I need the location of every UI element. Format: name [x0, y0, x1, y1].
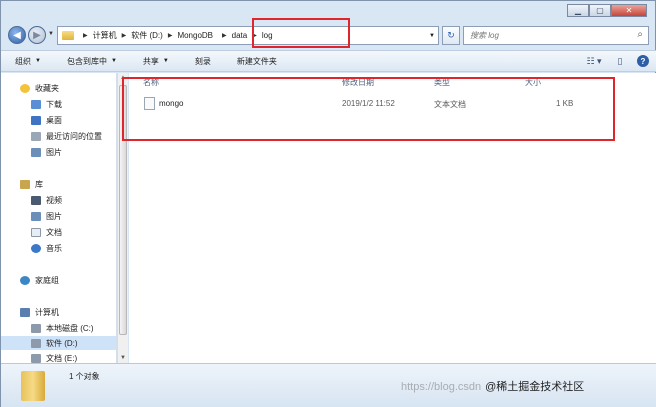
caret-down-icon: ▼ — [35, 58, 41, 64]
nav-videos[interactable]: 视频 — [1, 193, 116, 207]
documents-icon — [31, 227, 41, 237]
drive-icon — [31, 323, 41, 333]
nav-music-label: 音乐 — [46, 243, 62, 253]
pictures-icon — [31, 147, 41, 157]
command-toolbar: 组织 ▼ 包含到库中 ▼ 共享 ▼ 刻录 新建文件夹 ☷ ▾ ▯ ? — [1, 50, 656, 72]
help-icon[interactable]: ? — [637, 55, 649, 67]
nav-drive-c[interactable]: 本地磁盘 (C:) — [1, 321, 116, 335]
nav-libraries[interactable]: 库 — [1, 177, 116, 191]
nav-music[interactable]: 音乐 — [1, 241, 116, 255]
share-button[interactable]: 共享 ▼ — [143, 56, 169, 67]
drive-icon — [31, 353, 41, 363]
nav-drive-c-label: 本地磁盘 (C:) — [46, 323, 94, 333]
nav-drive-d-label: 软件 (D:) — [46, 338, 78, 348]
folder-icon — [21, 371, 45, 401]
nav-pictures-label: 图片 — [46, 211, 62, 221]
preview-pane-icon[interactable]: ▯ — [611, 54, 629, 68]
recent-places-icon — [31, 131, 41, 141]
nav-computer[interactable]: 计算机 — [1, 305, 116, 319]
nav-pictures-fav-label: 图片 — [46, 147, 62, 157]
new-folder-label: 新建文件夹 — [236, 56, 277, 66]
nav-desktop[interactable]: 桌面 — [1, 113, 116, 127]
nav-recent-places[interactable]: 最近访问的位置 — [1, 129, 116, 143]
desktop-icon — [31, 115, 41, 125]
new-folder-button[interactable]: 新建文件夹 — [237, 56, 277, 67]
nav-drive-d[interactable]: 软件 (D:) — [1, 336, 116, 350]
include-in-library-button[interactable]: 包含到库中 ▼ — [67, 56, 117, 67]
nav-drive-e-label: 文档 (E:) — [46, 353, 78, 363]
libraries-icon — [20, 179, 30, 189]
search-input[interactable] — [470, 31, 620, 40]
window-controls: ▁ ▢ ✕ — [567, 4, 647, 17]
nav-drive-e[interactable]: 文档 (E:) — [1, 351, 116, 363]
star-icon — [20, 83, 30, 93]
nav-recent-places-label: 最近访问的位置 — [46, 131, 102, 141]
maximize-button[interactable]: ▢ — [589, 4, 611, 17]
breadcrumb-mongodb[interactable]: MongoDB — [177, 31, 213, 40]
forward-arrow-icon: ▶ — [33, 29, 41, 41]
drive-icon — [31, 338, 41, 348]
back-arrow-icon: ◀ — [13, 29, 21, 41]
toolbar-right: ☷ ▾ ▯ ? — [577, 54, 649, 68]
breadcrumb-data[interactable]: data — [232, 31, 248, 40]
folder-icon — [62, 31, 74, 40]
details-pane: 1 个对象 https://blog.csdn @稀土掘金技术社区 — [1, 363, 656, 407]
homegroup-icon — [20, 275, 30, 285]
chevron-right-icon[interactable]: ▶ — [83, 32, 88, 39]
breadcrumb-drive-d[interactable]: 软件 (D:) — [131, 30, 163, 41]
path-highlight-box — [252, 18, 350, 48]
organize-label: 组织 — [15, 56, 31, 66]
refresh-icon: ↻ — [447, 30, 455, 40]
refresh-button[interactable]: ↻ — [442, 26, 460, 45]
nav-favorites[interactable]: 收藏夹 — [1, 81, 116, 95]
minimize-button[interactable]: ▁ — [567, 4, 589, 17]
address-dropdown-icon[interactable]: ▼ — [429, 33, 435, 39]
burn-button[interactable]: 刻录 — [195, 56, 211, 67]
breadcrumb-computer[interactable]: 计算机 — [93, 30, 117, 41]
nav-documents-label: 文档 — [46, 227, 62, 237]
search-box[interactable]: ⌕ — [463, 26, 649, 45]
item-count: 1 个对象 — [69, 372, 100, 381]
nav-pictures[interactable]: 图片 — [1, 209, 116, 223]
scroll-down-icon[interactable]: ▼ — [120, 355, 126, 361]
view-options-icon[interactable]: ☷ ▾ — [585, 54, 603, 68]
nav-favorites-label: 收藏夹 — [35, 83, 59, 93]
nav-computer-label: 计算机 — [35, 307, 59, 317]
nav-homegroup-label: 家庭组 — [35, 275, 59, 285]
computer-icon — [20, 307, 30, 317]
search-icon[interactable]: ⌕ — [637, 29, 643, 40]
nav-downloads[interactable]: 下载 — [1, 97, 116, 111]
watermark: https://blog.csdn @稀土掘金技术社区 — [401, 378, 584, 394]
recent-pages-dropdown-icon[interactable]: ▼ — [48, 31, 54, 37]
organize-button[interactable]: 组织 ▼ — [15, 56, 41, 67]
back-button[interactable]: ◀ — [8, 26, 26, 44]
include-in-library-label: 包含到库中 — [66, 56, 107, 66]
pictures-icon — [31, 211, 41, 221]
share-label: 共享 — [142, 56, 159, 66]
chevron-right-icon[interactable]: ▶ — [122, 32, 127, 39]
nav-documents[interactable]: 文档 — [1, 225, 116, 239]
downloads-icon — [31, 99, 41, 109]
address-bar[interactable]: ▶ 计算机 ▶ 软件 (D:) ▶ MongoDB ▶ data ▶ log ▼ — [57, 26, 439, 45]
chevron-right-icon[interactable]: ▶ — [222, 32, 227, 39]
caret-down-icon: ▼ — [162, 58, 169, 64]
file-list-highlight-box — [122, 77, 615, 141]
nav-desktop-label: 桌面 — [46, 115, 62, 125]
close-button[interactable]: ✕ — [611, 4, 647, 17]
nav-libraries-label: 库 — [35, 179, 43, 189]
chevron-right-icon[interactable]: ▶ — [168, 32, 173, 39]
explorer-window: ▁ ▢ ✕ ◀ ▶ ▼ ▶ 计算机 ▶ 软件 (D:) ▶ MongoDB ▶ … — [0, 0, 656, 407]
watermark-url: https://blog.csdn — [401, 381, 482, 393]
videos-icon — [31, 195, 41, 205]
forward-button[interactable]: ▶ — [28, 26, 46, 44]
nav-pictures-fav[interactable]: 图片 — [1, 145, 116, 159]
nav-videos-label: 视频 — [46, 195, 62, 205]
navigation-pane: 收藏夹 下载 桌面 最近访问的位置 图片 库 视频 图片 文档 音乐 家庭组 计… — [1, 73, 117, 363]
nav-downloads-label: 下载 — [46, 99, 62, 109]
watermark-brand: @稀土掘金技术社区 — [485, 381, 585, 393]
music-icon — [31, 243, 41, 253]
nav-homegroup[interactable]: 家庭组 — [1, 273, 116, 287]
caret-down-icon: ▼ — [110, 58, 117, 64]
burn-label: 刻录 — [194, 56, 211, 66]
